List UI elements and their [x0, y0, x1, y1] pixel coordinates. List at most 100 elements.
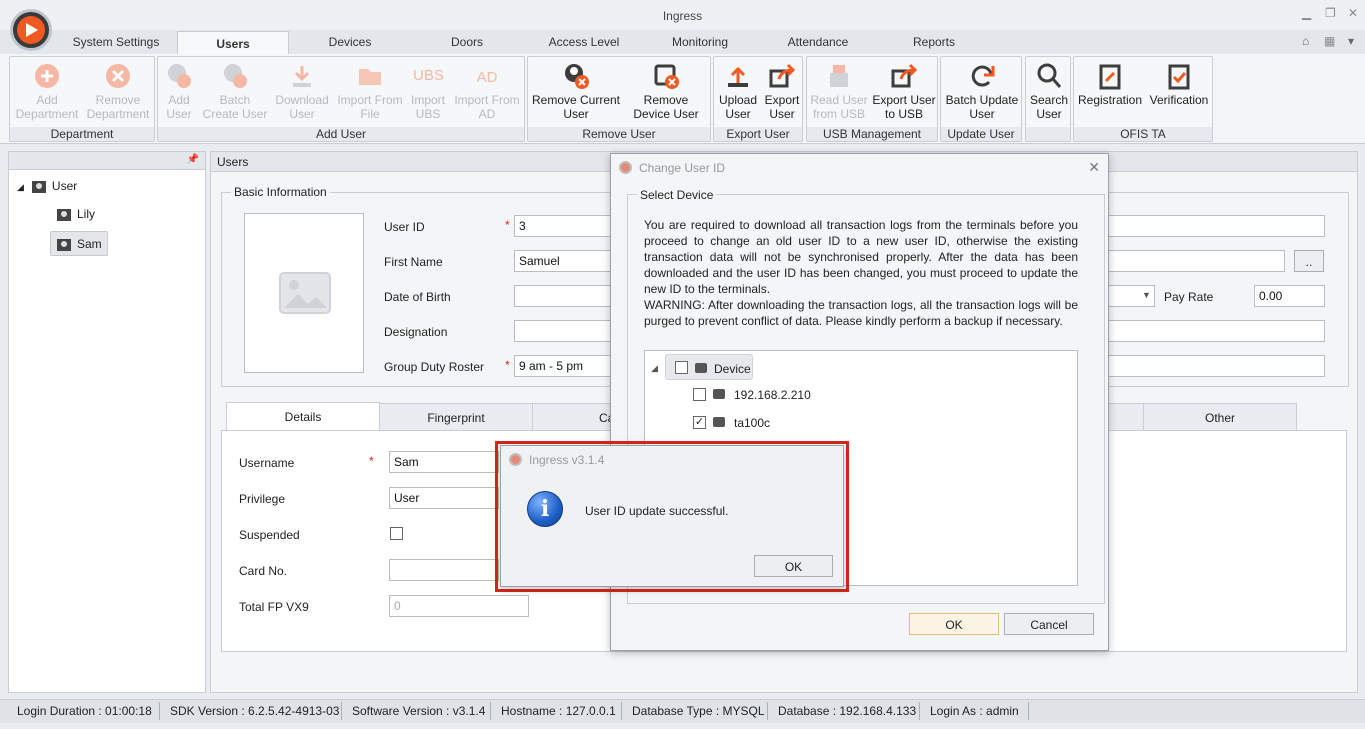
tab-details[interactable]: Details	[226, 402, 380, 430]
dropdown-arrow-icon[interactable]: ▼	[1142, 290, 1151, 300]
group-search: Search User	[1025, 56, 1071, 142]
user-icon	[57, 238, 71, 251]
tab-card[interactable]: Ca	[532, 403, 614, 431]
browse-button[interactable]: ..	[1294, 250, 1324, 272]
status-separator	[159, 702, 160, 720]
ribbon-options-icon[interactable]: ▾	[1348, 34, 1354, 48]
tab-system-settings[interactable]: System Settings	[70, 35, 162, 49]
photo-box[interactable]	[244, 213, 364, 373]
remove-department-button[interactable]: Remove Department	[84, 61, 152, 121]
status-database-type: Database Type : MYSQL	[632, 704, 765, 718]
folder-icon	[359, 69, 381, 85]
add-department-button[interactable]: Add Department	[14, 61, 80, 121]
privilege-select[interactable]: User	[389, 487, 499, 509]
message-box-titlebar: Ingress v3.1.4	[501, 446, 843, 472]
tab-users[interactable]: Users	[177, 31, 289, 55]
download-user-button[interactable]: Download User	[272, 61, 332, 121]
tab-access-level[interactable]: Access Level	[540, 35, 628, 49]
tab-reports[interactable]: Reports	[898, 35, 970, 49]
search-user-button[interactable]: Search User	[1028, 61, 1070, 121]
minimize-icon[interactable]: ▁	[1302, 6, 1311, 20]
tree-root-user[interactable]: ◢ User	[17, 179, 77, 193]
group-usb-management: Read User from USB Export User to USB US…	[806, 56, 938, 142]
status-software-version: Software Version : v3.1.4	[352, 704, 486, 718]
device-checkbox-1[interactable]	[693, 388, 706, 401]
group-ofis-ta: Registration Verification OFIS TA	[1073, 56, 1213, 142]
right-field-3[interactable]	[1107, 320, 1325, 342]
device-root-checkbox[interactable]	[675, 361, 688, 374]
device-root-node[interactable]: Device	[665, 354, 753, 380]
close-icon[interactable]: ✕	[1348, 6, 1358, 20]
status-database: Database : 192.168.4.133	[778, 704, 917, 718]
right-field-2[interactable]	[1107, 250, 1285, 272]
users-panel-title: Users	[217, 155, 249, 169]
registration-button[interactable]: Registration	[1076, 61, 1144, 107]
tab-monitoring[interactable]: Monitoring	[662, 35, 738, 49]
verification-label: Verification	[1149, 93, 1209, 107]
collapse-ribbon-icon[interactable]: ⌂	[1302, 34, 1309, 48]
close-icon[interactable]: ✕	[1088, 159, 1100, 176]
group-update-user: Batch Update User Update User	[940, 56, 1022, 142]
basic-info-legend: Basic Information	[231, 185, 330, 199]
right-field-4[interactable]	[1107, 355, 1325, 377]
expand-arrow-icon[interactable]: ◢	[17, 182, 24, 192]
upload-icon	[728, 66, 748, 87]
tab-other[interactable]: Other	[1143, 403, 1297, 431]
group-label-update-user: Update User	[941, 127, 1021, 141]
layout-icon[interactable]: ▦	[1324, 34, 1335, 48]
right-field-1[interactable]	[1107, 215, 1325, 237]
device-icon	[695, 363, 707, 373]
status-separator	[767, 702, 768, 720]
info-icon: i	[527, 491, 563, 527]
export-user-to-usb-button[interactable]: Export User to USB	[871, 61, 937, 121]
tab-fingerprint[interactable]: Fingerprint	[379, 403, 533, 431]
upload-user-label: Upload User	[718, 93, 758, 121]
tab-hidden[interactable]	[1107, 403, 1144, 431]
upload-user-button[interactable]: Upload User	[716, 61, 760, 121]
device-checkbox-2[interactable]: ✓	[693, 416, 706, 429]
pin-icon[interactable]: 📌	[187, 154, 199, 165]
batch-update-user-label: Batch Update User	[945, 93, 1019, 121]
tab-attendance[interactable]: Attendance	[778, 35, 858, 49]
ribbon-tabs: System Settings Users Devices Doors Acce…	[0, 30, 1365, 55]
restore-icon[interactable]: ❐	[1325, 6, 1336, 20]
group-remove-user: Remove Current User Remove Device User R…	[527, 56, 711, 142]
app-logo-icon	[509, 453, 522, 466]
batch-create-user-button[interactable]: Batch Create User	[200, 61, 270, 121]
tree-item-sam[interactable]: Sam	[50, 231, 108, 256]
remove-current-user-button[interactable]: Remove Current User	[531, 61, 621, 121]
export-user-button[interactable]: Export User	[762, 61, 802, 121]
verification-button[interactable]: Verification	[1146, 61, 1212, 107]
change-id-warning-text: WARNING: After downloading the transacti…	[644, 298, 1078, 328]
batch-update-user-button[interactable]: Batch Update User	[943, 61, 1021, 121]
change-user-id-title: Change User ID	[639, 161, 726, 175]
group-department: Add Department Remove Department Departm…	[9, 56, 155, 142]
tree-root-label: User	[51, 179, 78, 193]
cancel-button[interactable]: Cancel	[1004, 613, 1094, 635]
export-usb-icon	[891, 63, 918, 88]
import-from-ad-button[interactable]: AD Import From AD	[452, 61, 522, 121]
add-user-button[interactable]: Add User	[160, 61, 198, 121]
batch-user-icon	[224, 64, 247, 88]
username-field[interactable]: Sam	[389, 451, 499, 473]
message-ok-button[interactable]: OK	[754, 555, 833, 577]
import-from-file-button[interactable]: Import From File	[334, 61, 406, 121]
tree-item-lily[interactable]: Lily	[57, 207, 95, 221]
suspended-checkbox[interactable]	[390, 527, 403, 540]
total-fp-field[interactable]: 0	[389, 595, 529, 617]
remove-device-user-button[interactable]: Remove Device User	[624, 61, 708, 121]
tab-devices[interactable]: Devices	[310, 35, 390, 49]
pay-rate-label: Pay Rate	[1164, 290, 1214, 304]
app-logo-icon[interactable]	[10, 9, 52, 51]
expand-arrow-icon[interactable]: ◢	[651, 363, 658, 374]
user-icon	[57, 208, 71, 221]
tree-item-label: Sam	[77, 237, 102, 251]
import-ubs-button[interactable]: UBS Import UBS	[408, 61, 448, 121]
pay-rate-field[interactable]: 0.00	[1254, 285, 1325, 307]
card-no-field[interactable]	[389, 559, 499, 581]
read-user-from-usb-button[interactable]: Read User from USB	[809, 61, 869, 121]
ok-button[interactable]: OK	[909, 613, 999, 635]
tab-doors[interactable]: Doors	[432, 35, 502, 49]
image-placeholder-icon	[279, 272, 331, 314]
first-name-label: First Name	[384, 255, 443, 269]
